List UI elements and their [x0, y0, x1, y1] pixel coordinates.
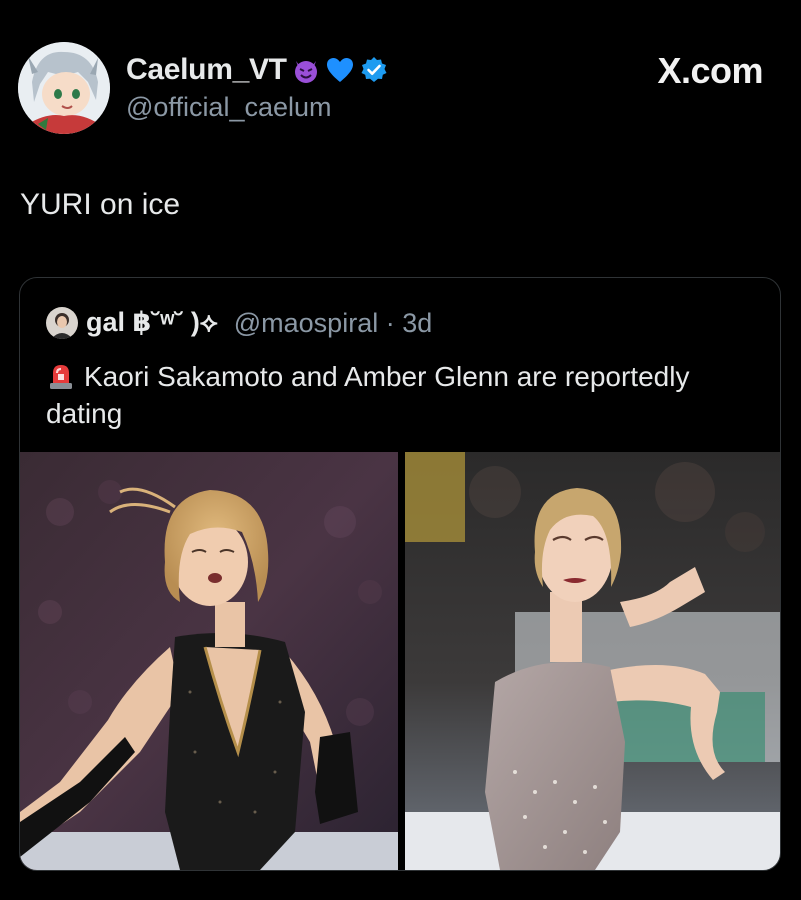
- quoted-tweet-header: gal ฿˘ʷ˘ )⟡ @maospiral · 3d: [46, 307, 432, 339]
- blue-heart-emoji-icon: [325, 55, 355, 85]
- police-siren-emoji-icon: [46, 361, 76, 391]
- user-avatar-icon[interactable]: [46, 307, 78, 339]
- author-display-name[interactable]: Caelum_VT: [126, 53, 287, 87]
- anime-avatar-icon: [18, 42, 110, 134]
- quoted-tweet-body: Kaori Sakamoto and Amber Glenn are repor…: [46, 361, 690, 429]
- quoted-author-name[interactable]: gal ฿˘ʷ˘ )⟡: [86, 307, 218, 339]
- author-handle[interactable]: @official_caelum: [126, 92, 332, 123]
- quoted-tweet-card[interactable]: gal ฿˘ʷ˘ )⟡ @maospiral · 3d Kaori Sakamo…: [19, 277, 781, 871]
- tweet-text: YURI on ice: [20, 188, 181, 221]
- media-row: [20, 452, 780, 870]
- verified-badge-icon: [359, 55, 389, 85]
- author-avatar[interactable]: [18, 42, 110, 134]
- figure-skater-black-dress-photo: [20, 452, 398, 870]
- figure-skater-grey-dress-photo: [405, 452, 780, 870]
- x-logo: X.com: [657, 50, 763, 91]
- skater-photo-left[interactable]: [20, 452, 398, 870]
- purple-devil-emoji-icon: [291, 55, 321, 85]
- author-name-row[interactable]: Caelum_VT: [126, 52, 389, 88]
- quoted-tweet-text: Kaori Sakamoto and Amber Glenn are repor…: [46, 358, 766, 432]
- skater-photo-right[interactable]: [405, 452, 780, 870]
- quoted-author-handle-time[interactable]: @maospiral · 3d: [234, 308, 432, 339]
